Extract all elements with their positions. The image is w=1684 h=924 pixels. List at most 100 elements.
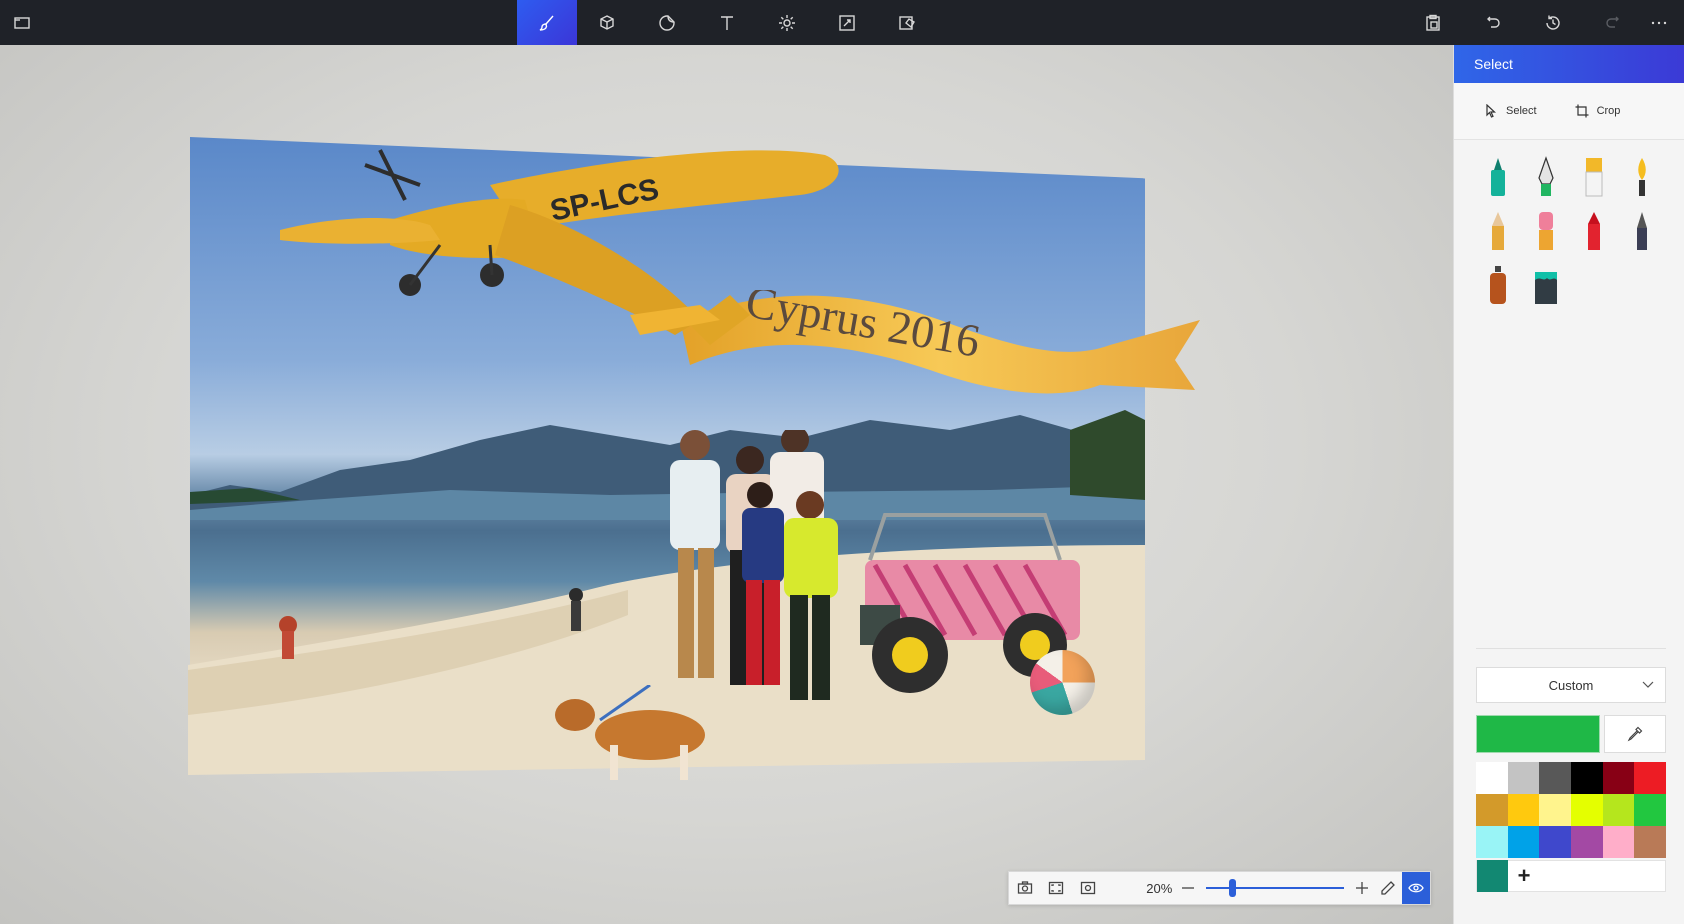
select-tool-button[interactable]: Select (1484, 104, 1537, 118)
pencil-brush[interactable] (1474, 209, 1522, 253)
screenshot-button[interactable] (1009, 872, 1041, 904)
zoom-slider[interactable] (1206, 879, 1345, 897)
current-color-swatch[interactable] (1476, 715, 1600, 753)
dog-sticker[interactable] (555, 685, 730, 785)
zoom-slider-thumb[interactable] (1228, 879, 1236, 897)
panel-divider (1476, 648, 1666, 649)
palette-swatch[interactable] (1602, 794, 1635, 826)
palette-swatch[interactable] (1507, 762, 1540, 794)
pencil-icon (1381, 881, 1396, 895)
sticker-icon (659, 14, 675, 31)
calligraphy-pen-icon (1538, 156, 1554, 196)
cube-icon (600, 14, 614, 30)
folder-icon (14, 16, 30, 29)
chevron-down-icon (1642, 681, 1654, 688)
palette-swatch[interactable] (1634, 794, 1666, 826)
fit-to-screen-button[interactable] (1041, 872, 1073, 904)
oil-brush-icon (1585, 158, 1603, 197)
palette-swatch[interactable] (1476, 826, 1508, 858)
fill-bucket-brush[interactable] (1522, 263, 1570, 307)
dropdown-value: Custom (1548, 677, 1594, 693)
palette-swatch[interactable] (1507, 826, 1540, 858)
view-toolbar: 20% (1008, 871, 1431, 905)
cursor-icon (1486, 104, 1497, 118)
paste-icon (1426, 14, 1440, 31)
marker-brush[interactable] (1474, 155, 1522, 199)
resize-icon (839, 14, 855, 31)
color-preset-dropdown[interactable]: Custom (1476, 667, 1666, 703)
eye-icon (1408, 883, 1424, 893)
palette-swatch[interactable] (1634, 762, 1666, 794)
pixel-pen-icon (1637, 212, 1647, 250)
zoom-out-button[interactable] (1176, 872, 1200, 904)
palette-swatch[interactable] (1602, 826, 1635, 858)
more-icon (1651, 21, 1667, 24)
library-icon (899, 15, 915, 30)
pixel-pen-brush[interactable] (1618, 209, 1666, 253)
history-button[interactable] (1523, 0, 1583, 45)
redo-icon (1606, 16, 1619, 28)
3d-shapes-tool-button[interactable] (577, 0, 637, 45)
palette-swatch[interactable] (1602, 762, 1635, 794)
eraser-icon (1539, 212, 1553, 250)
view-mode-button[interactable] (1402, 872, 1431, 904)
stickers-tool-button[interactable] (637, 0, 697, 45)
spray-can-icon (1490, 266, 1506, 304)
palette-swatch[interactable] (1570, 794, 1603, 826)
undo-button[interactable] (1463, 0, 1523, 45)
custom-color-swatch[interactable] (1477, 860, 1508, 892)
crayon-brush[interactable] (1570, 209, 1618, 253)
top-toolbar (0, 0, 1684, 45)
crop-label: Crop (1596, 105, 1621, 117)
palette-swatch[interactable] (1570, 762, 1603, 794)
undo-icon (1487, 16, 1500, 28)
canvas-tool-button[interactable] (817, 0, 877, 45)
palette-swatch[interactable] (1476, 762, 1508, 794)
fit-screen-icon (1049, 881, 1064, 895)
eyedropper-icon (1627, 726, 1643, 742)
text-tool-button[interactable] (697, 0, 757, 45)
watercolor-brush[interactable] (1618, 155, 1666, 199)
crop-tool-button[interactable]: Crop (1575, 104, 1621, 118)
select-label: Select (1506, 105, 1537, 117)
palette-swatch[interactable] (1476, 794, 1508, 826)
palette-swatch[interactable] (1539, 826, 1571, 858)
minus-icon (1182, 887, 1195, 889)
custom-colors-row: + (1476, 860, 1666, 892)
palette-swatch[interactable] (1507, 794, 1540, 826)
airplane-3d-model[interactable]: SP-LCS (280, 145, 850, 375)
sun-icon (779, 14, 795, 31)
view-3d-button[interactable] (1072, 872, 1104, 904)
eraser-brush[interactable] (1522, 209, 1570, 253)
fill-bucket-icon (1535, 272, 1557, 304)
menu-button[interactable] (0, 0, 52, 45)
palette-swatch[interactable] (1634, 826, 1666, 858)
spray-can-brush[interactable] (1474, 263, 1522, 307)
crayon-icon (1588, 212, 1600, 250)
brush-icon (539, 15, 554, 31)
palette-swatch[interactable] (1539, 794, 1571, 826)
more-button[interactable] (1634, 0, 1684, 45)
panel-title: Select (1454, 45, 1684, 83)
canvas-workspace[interactable]: Cyprus 2016 SP-LCS (0, 45, 1453, 924)
effects-tool-button[interactable] (757, 0, 817, 45)
color-palette (1476, 762, 1666, 858)
crop-icon (1575, 104, 1589, 118)
zoom-in-button[interactable] (1350, 872, 1374, 904)
3d-library-tool-button[interactable] (877, 0, 937, 45)
pencil-icon (1492, 212, 1504, 250)
palette-swatch[interactable] (1539, 762, 1571, 794)
add-color-button[interactable]: + (1508, 860, 1540, 892)
beach-ball-sticker[interactable] (1030, 650, 1095, 715)
oil-brush[interactable] (1570, 155, 1618, 199)
camera-icon (1017, 881, 1032, 894)
palette-swatch[interactable] (1570, 826, 1603, 858)
calligraphy-pen-brush[interactable] (1522, 155, 1570, 199)
eyedropper-button[interactable] (1604, 715, 1666, 753)
plus-icon (1356, 882, 1369, 894)
edit-mode-button[interactable] (1374, 872, 1402, 904)
brush-grid (1474, 155, 1674, 307)
zoom-level-label: 20% (1146, 880, 1173, 896)
brushes-tool-button[interactable] (517, 0, 577, 45)
paste-button[interactable] (1403, 0, 1463, 45)
